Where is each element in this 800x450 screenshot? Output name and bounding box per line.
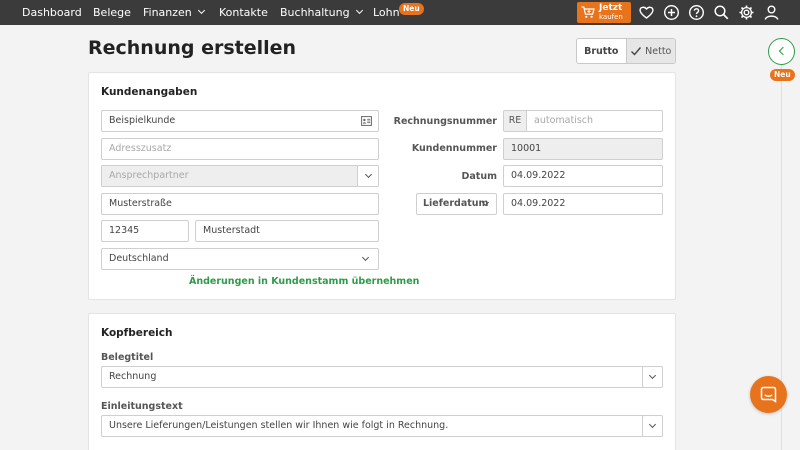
user-icon[interactable] bbox=[763, 4, 780, 21]
nav-belege[interactable]: Belege bbox=[93, 0, 131, 25]
invoice-number-label: Rechnungsnummer bbox=[393, 116, 497, 127]
nav-finanzen[interactable]: Finanzen bbox=[143, 0, 205, 25]
sidebar-toggle-button[interactable] bbox=[768, 38, 795, 65]
nav-buchhaltung[interactable]: Buchhaltung bbox=[280, 0, 363, 25]
customer-number-input[interactable]: 10001 bbox=[503, 138, 663, 160]
page-title: Rechnung erstellen bbox=[88, 37, 297, 59]
section-title-kopfbereich: Kopfbereich bbox=[101, 327, 173, 339]
toggle-netto[interactable]: Netto bbox=[625, 39, 675, 63]
new-badge: Neu bbox=[770, 69, 795, 81]
document-title-dropdown-button[interactable] bbox=[642, 366, 663, 388]
chat-icon bbox=[760, 386, 777, 403]
buy-now-label: Jetzt bbox=[599, 3, 623, 13]
intro-text-label: Einleitungstext bbox=[101, 401, 183, 412]
intro-text-dropdown-button[interactable] bbox=[642, 415, 663, 437]
check-icon bbox=[631, 47, 642, 56]
buy-now-button[interactable]: Jetzt kaufen bbox=[577, 2, 631, 23]
toggle-netto-label: Netto bbox=[645, 45, 672, 57]
delivery-date-type-select[interactable]: Lieferdatum bbox=[416, 193, 497, 215]
street-input[interactable]: Musterstraße bbox=[101, 193, 379, 215]
delivery-date-type-label: Lieferdatum bbox=[423, 198, 489, 209]
delivery-date-input[interactable]: 04.09.2022 bbox=[503, 193, 663, 215]
chevron-left-icon bbox=[778, 46, 788, 56]
plus-circle-icon[interactable] bbox=[663, 4, 680, 21]
customer-number-label: Kundennummer bbox=[411, 143, 497, 154]
chevron-down-icon bbox=[355, 6, 363, 15]
search-icon[interactable] bbox=[713, 4, 730, 21]
gear-icon[interactable] bbox=[738, 4, 755, 21]
brutto-netto-toggle: Brutto Netto bbox=[576, 38, 676, 64]
nav-buchhaltung-label: Buchhaltung bbox=[280, 6, 350, 19]
section-title-kundenangaben: Kundenangaben bbox=[101, 86, 198, 98]
customer-name-input[interactable]: Beispielkunde bbox=[101, 110, 379, 132]
chevron-down-icon bbox=[364, 170, 373, 179]
country-value: Deutschland bbox=[109, 253, 169, 264]
invoice-number-prefix: RE bbox=[503, 110, 527, 132]
help-icon[interactable] bbox=[688, 4, 705, 21]
date-label: Datum bbox=[461, 171, 498, 182]
contact-person-dropdown-button[interactable] bbox=[357, 165, 379, 187]
intro-text-input[interactable]: Unsere Lieferungen/Leistungen stellen wi… bbox=[101, 415, 643, 437]
new-badge: Neu bbox=[399, 3, 424, 15]
chat-support-button[interactable] bbox=[750, 376, 787, 413]
date-input[interactable]: 04.09.2022 bbox=[503, 165, 663, 187]
cart-icon bbox=[581, 6, 595, 18]
chevron-down-icon bbox=[648, 371, 657, 380]
document-title-label: Belegtitel bbox=[101, 352, 154, 363]
document-title-input[interactable]: Rechnung bbox=[101, 366, 643, 388]
address-extra-input[interactable]: Adresszusatz bbox=[101, 138, 379, 160]
top-navigation-bar: Dashboard Belege Finanzen Kontakte Buchh… bbox=[0, 0, 800, 25]
customer-name-value: Beispielkunde bbox=[109, 115, 176, 126]
nav-lohn[interactable]: Lohn bbox=[373, 0, 400, 25]
chevron-down-icon bbox=[361, 253, 370, 262]
address-book-icon[interactable] bbox=[361, 116, 372, 126]
apply-to-customer-link[interactable]: Änderungen in Kundenstamm übernehmen bbox=[189, 276, 419, 287]
nav-finanzen-label: Finanzen bbox=[143, 6, 192, 19]
chevron-down-icon bbox=[648, 420, 657, 429]
zip-input[interactable]: 12345 bbox=[101, 220, 189, 242]
toggle-brutto[interactable]: Brutto bbox=[577, 39, 626, 63]
nav-kontakte[interactable]: Kontakte bbox=[219, 0, 268, 25]
nav-dashboard[interactable]: Dashboard bbox=[22, 0, 82, 25]
contact-person-select[interactable]: Ansprechpartner bbox=[101, 165, 358, 187]
country-select[interactable]: Deutschland bbox=[101, 248, 379, 270]
invoice-number-input[interactable]: automatisch bbox=[526, 110, 663, 132]
buy-now-sublabel: kaufen bbox=[599, 13, 623, 21]
city-input[interactable]: Musterstadt bbox=[195, 220, 379, 242]
heart-icon[interactable] bbox=[638, 4, 655, 21]
chevron-down-icon bbox=[197, 6, 205, 15]
